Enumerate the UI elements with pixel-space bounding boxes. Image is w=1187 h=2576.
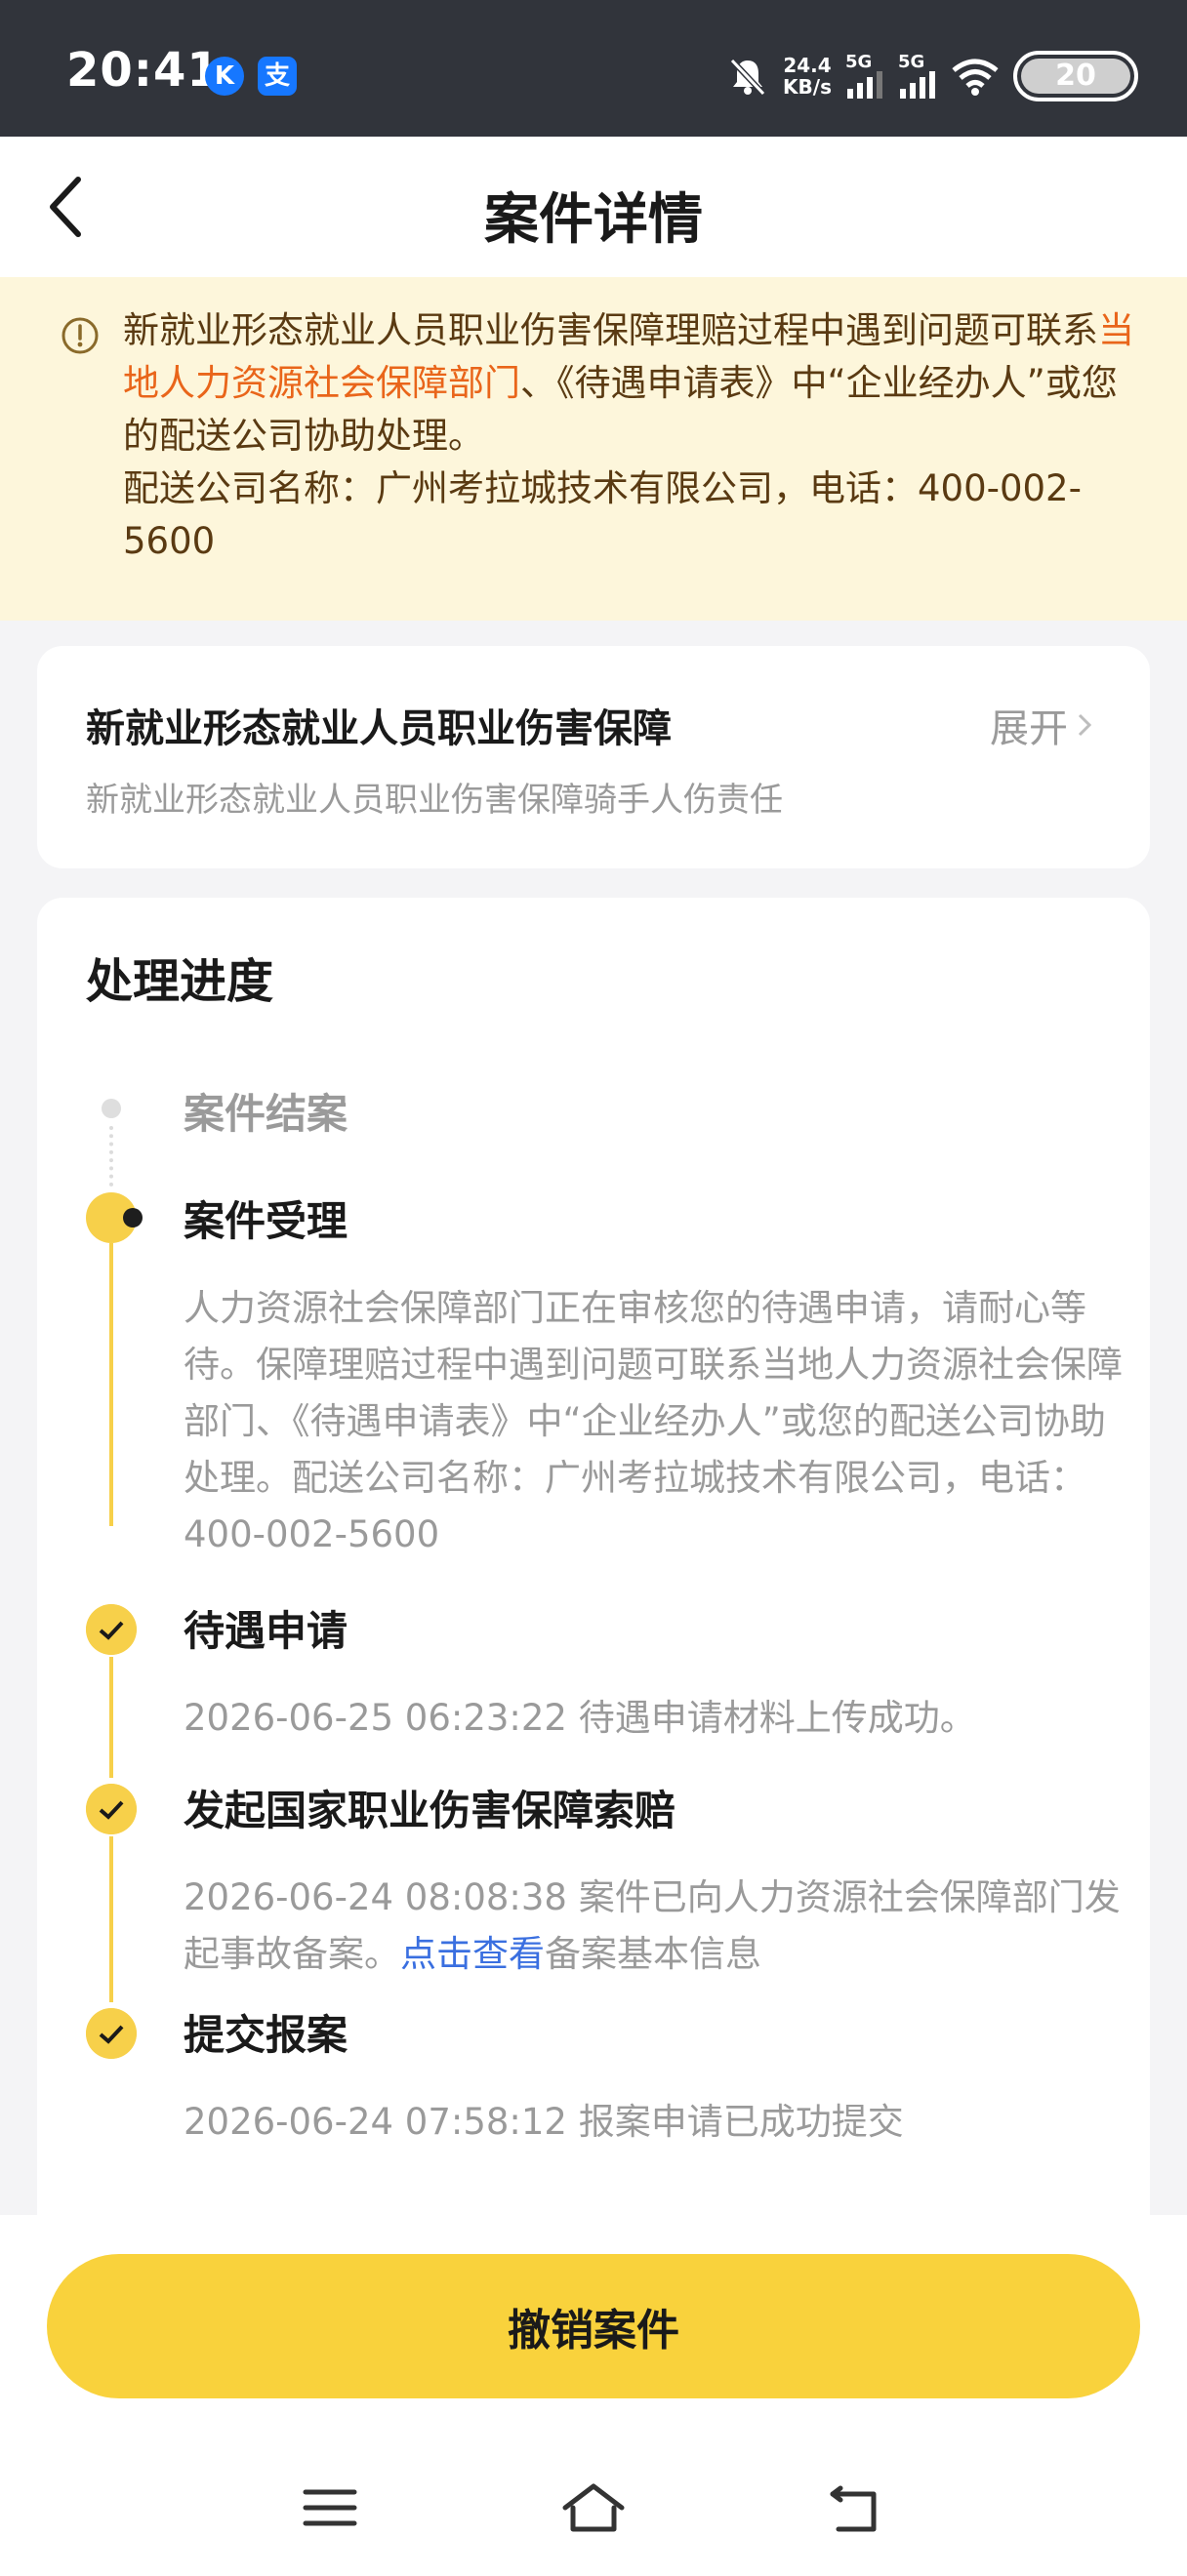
check-icon bbox=[86, 1784, 137, 1834]
company-contact: 配送公司名称：广州考拉城技术有限公司，电话：400-002-5600 bbox=[123, 467, 1082, 562]
bottom-bar: 撤销案件 bbox=[0, 2215, 1187, 2576]
chevron-right-icon bbox=[1078, 713, 1092, 737]
signal-bars-icon bbox=[900, 71, 935, 99]
expand-button[interactable]: 展开 bbox=[990, 697, 1095, 753]
step-title-accepted: 案件受理 bbox=[184, 1197, 348, 1245]
signal-bars-icon bbox=[847, 71, 882, 99]
status-bar: 20:41 K 支 24.4 KB/s 5G 5G 20 bbox=[0, 0, 1187, 137]
status-time: 20:41 bbox=[66, 43, 221, 98]
step-title-claim: 发起国家职业伤害保障索赔 bbox=[184, 1787, 676, 1834]
timeline-dotted-line bbox=[109, 1126, 113, 1187]
notice-banner: 新就业形态就业人员职业伤害保障理赔过程中遇到问题可联系当地人力资源社会保障部门、… bbox=[0, 277, 1187, 621]
info-icon bbox=[61, 317, 99, 354]
check-icon bbox=[86, 2008, 137, 2059]
step-title-closed: 案件结案 bbox=[184, 1090, 348, 1138]
policy-card: 新就业形态就业人员职业伤害保障 新就业形态就业人员职业伤害保障骑手人伤责任 展开 bbox=[37, 646, 1150, 868]
signal-1: 5G bbox=[845, 54, 884, 99]
step-desc-report: 2026-06-24 07:58:12 报案申请已成功提交 bbox=[184, 2101, 904, 2143]
cancel-case-button[interactable]: 撤销案件 bbox=[47, 2254, 1140, 2398]
signal-2: 5G bbox=[898, 54, 937, 99]
menu-icon[interactable] bbox=[296, 2478, 364, 2537]
pending-dot bbox=[102, 1099, 121, 1118]
page-title: 案件详情 bbox=[484, 188, 703, 252]
step-title-application: 待遇申请 bbox=[184, 1607, 348, 1655]
policy-subtitle: 新就业形态就业人员职业伤害保障骑手人伤责任 bbox=[86, 781, 783, 820]
progress-card: 处理进度 案件结案 案件受理 人力资源社会保障部门正在审核您的待遇申请，请耐心等… bbox=[37, 898, 1150, 2225]
timeline-line bbox=[109, 1657, 113, 1778]
network-speed: 24.4 KB/s bbox=[783, 54, 832, 99]
step-desc-accepted: 人力资源社会保障部门正在审核您的待遇申请，请耐心等待。保障理赔过程中遇到问题可联… bbox=[184, 1287, 1123, 1555]
notice-text: 新就业形态就业人员职业伤害保障理赔过程中遇到问题可联系当地人力资源社会保障部门、… bbox=[123, 309, 1134, 562]
step-desc-claim: 2026-06-24 08:08:38 案件已向人力资源社会保障部门发起事故备案… bbox=[184, 1876, 1121, 1975]
step-title-report: 提交报案 bbox=[184, 2011, 348, 2059]
timeline-line bbox=[109, 1243, 113, 1526]
back-nav-icon[interactable] bbox=[823, 2478, 891, 2537]
wifi-icon bbox=[952, 59, 999, 96]
timeline-line bbox=[109, 1836, 113, 2002]
progress-title: 处理进度 bbox=[86, 954, 274, 1009]
mute-bell-icon bbox=[729, 58, 766, 97]
current-step-dot bbox=[123, 1208, 143, 1228]
alipay-icon: 支 bbox=[258, 57, 297, 96]
battery-indicator: 20 bbox=[1013, 51, 1138, 101]
k-app-icon: K bbox=[205, 57, 244, 96]
check-icon bbox=[86, 1604, 137, 1655]
view-filing-link[interactable]: 点击查看 bbox=[400, 1933, 545, 1975]
page-header: 案件详情 bbox=[0, 137, 1187, 277]
policy-title: 新就业形态就业人员职业伤害保障 bbox=[86, 706, 672, 751]
home-icon[interactable] bbox=[559, 2478, 628, 2537]
step-desc-application: 2026-06-25 06:23:22 待遇申请材料上传成功。 bbox=[184, 1697, 976, 1739]
